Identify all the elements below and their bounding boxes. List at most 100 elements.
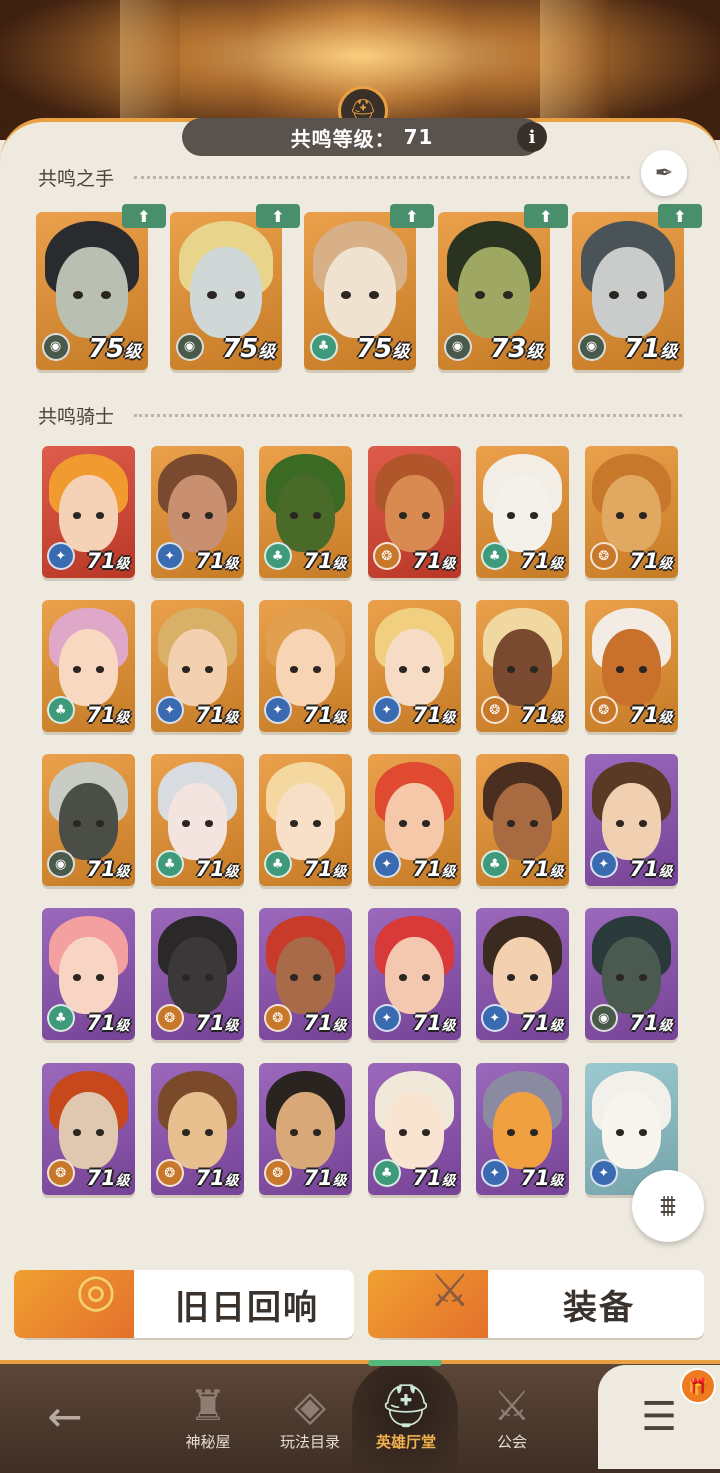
upgrade-arrow-icon[interactable]: ⬆ [122,204,166,228]
back-button[interactable]: ← [20,1364,110,1473]
hero-eye [312,666,322,673]
hero-card[interactable]: ✦ 71级 [585,754,678,886]
equipment-button[interactable]: ⚔ 装备 [368,1263,704,1338]
hero-card[interactable]: ✦ 71级 [151,446,244,578]
filter-icon[interactable]: ⩩ [632,1170,704,1242]
hero-level-number: 71 [520,1165,550,1190]
section-title-knights: 共鸣骑士 [38,406,115,428]
upgrade-arrow-icon[interactable]: ⬆ [524,204,568,228]
hero-card[interactable]: ◉ 73级 [438,212,550,370]
nav-item-guild[interactable]: ⚔ 公会 [474,1364,550,1473]
hero-level-unit: 级 [441,1017,456,1034]
hero-level-number: 71 [195,1010,225,1035]
upgrade-arrow-icon[interactable]: ⬆ [256,204,300,228]
hero-face [384,937,445,1014]
section-title-hands: 共鸣之手 [38,168,115,190]
hero-card[interactable]: ♣ 71级 [476,446,569,578]
hero-level-number: 71 [195,856,225,881]
hero-eye [398,666,408,673]
hero-card[interactable]: ✦ 71级 [368,908,461,1040]
mauler-faction-icon: ❂ [589,696,618,725]
hero-card[interactable]: ♣ 71级 [151,754,244,886]
hero-eye [181,974,191,981]
hero-eye [474,291,486,299]
graveborn-faction-icon: ◉ [41,332,70,361]
hero-level-number: 71 [520,548,550,573]
hero-level-unit: 级 [115,863,130,880]
hero-eye [421,666,431,673]
hero-card[interactable]: ✦ 71级 [259,600,352,732]
hero-card[interactable]: ◉ 71级 [585,908,678,1040]
gift-icon[interactable]: 🎁 [680,1368,716,1404]
info-icon[interactable]: i [517,122,547,152]
hero-card[interactable]: ❂ 71级 [476,600,569,732]
hero-level-unit: 级 [124,340,142,361]
hero-eye [234,291,246,299]
hero-eye [615,666,625,673]
hero-level: 71级 [630,549,673,573]
hero-level: 71级 [304,1011,347,1035]
hero-level: 71级 [304,549,347,573]
hero-card[interactable]: ❂ 71级 [368,446,461,578]
hero-face [492,475,553,552]
hero-card[interactable]: ♣ 71级 [259,446,352,578]
hero-level: 71级 [521,1166,564,1190]
hero-face [492,629,553,706]
hero-level-unit: 级 [332,709,347,726]
hero-card[interactable]: ♣ 71级 [368,1063,461,1195]
hero-card[interactable]: ✦ 71级 [151,600,244,732]
hero-level-number: 71 [195,548,225,573]
hero-card[interactable]: ❂ 71级 [259,908,352,1040]
hero-card[interactable]: ❂ 71级 [585,600,678,732]
upgrade-arrow-icon[interactable]: ⬆ [658,204,702,228]
hero-card[interactable]: ◉ 75级 [36,212,148,370]
mauler-faction-icon: ❂ [155,1004,184,1033]
hero-card[interactable]: ✦ 71级 [476,908,569,1040]
hero-level-number: 71 [195,702,225,727]
hero-level: 71级 [196,549,239,573]
hero-card[interactable]: ❂ 71级 [42,1063,135,1195]
hero-level: 71级 [630,857,673,881]
hero-card[interactable]: ◉ 71级 [42,754,135,886]
hero-card[interactable]: ♣ 71级 [42,600,135,732]
hero-face [167,783,228,860]
hero-eye [529,1129,539,1136]
hero-card[interactable]: ❂ 71级 [585,446,678,578]
hero-level-unit: 级 [549,1172,564,1189]
hero-eye [506,666,516,673]
hero-face [58,629,119,706]
upgrade-arrow-icon[interactable]: ⬆ [390,204,434,228]
sword-chest-icon: ⚔ [429,1263,471,1317]
nav-item-hero-hall[interactable]: ⛑ 英雄厅堂 [366,1364,446,1473]
hero-card[interactable]: ♣ 75级 [304,212,416,370]
hero-level-number: 71 [86,1010,116,1035]
hero-card[interactable]: ♣ 71级 [42,908,135,1040]
hero-level-number: 71 [629,548,659,573]
nav-item-mystery-house[interactable]: ♜ 神秘屋 [170,1364,246,1473]
graveborn-faction-icon: ◉ [589,1004,618,1033]
hero-eye [72,291,84,299]
hero-level: 71级 [413,549,456,573]
hero-card[interactable]: ❂ 71级 [151,1063,244,1195]
hero-card[interactable]: ✦ 71级 [42,446,135,578]
quill-icon[interactable]: ✒ [641,150,687,196]
hero-eye [312,1129,322,1136]
hero-card[interactable]: ♣ 71级 [476,754,569,886]
nav-item-game-catalog[interactable]: ◈ 玩法目录 [268,1364,352,1473]
hero-card[interactable]: ❂ 71级 [259,1063,352,1195]
hero-card[interactable]: ♣ 71级 [259,754,352,886]
hero-card[interactable]: ◉ 75级 [170,212,282,370]
hero-card[interactable]: ❂ 71级 [151,908,244,1040]
hero-card[interactable]: ✦ 71级 [368,754,461,886]
hero-face [384,475,445,552]
echoes-button[interactable]: ◎ 旧日回响 [14,1263,354,1338]
hero-eye [72,512,82,519]
hero-card[interactable]: ✦ 71级 [476,1063,569,1195]
hero-face [167,937,228,1014]
hero-eye [289,512,299,519]
hero-card[interactable]: ✦ 71级 [368,600,461,732]
hero-eye [289,666,299,673]
hero-face [275,475,336,552]
hero-card[interactable]: ◉ 71级 [572,212,684,370]
wilder-faction-icon: ♣ [46,696,75,725]
